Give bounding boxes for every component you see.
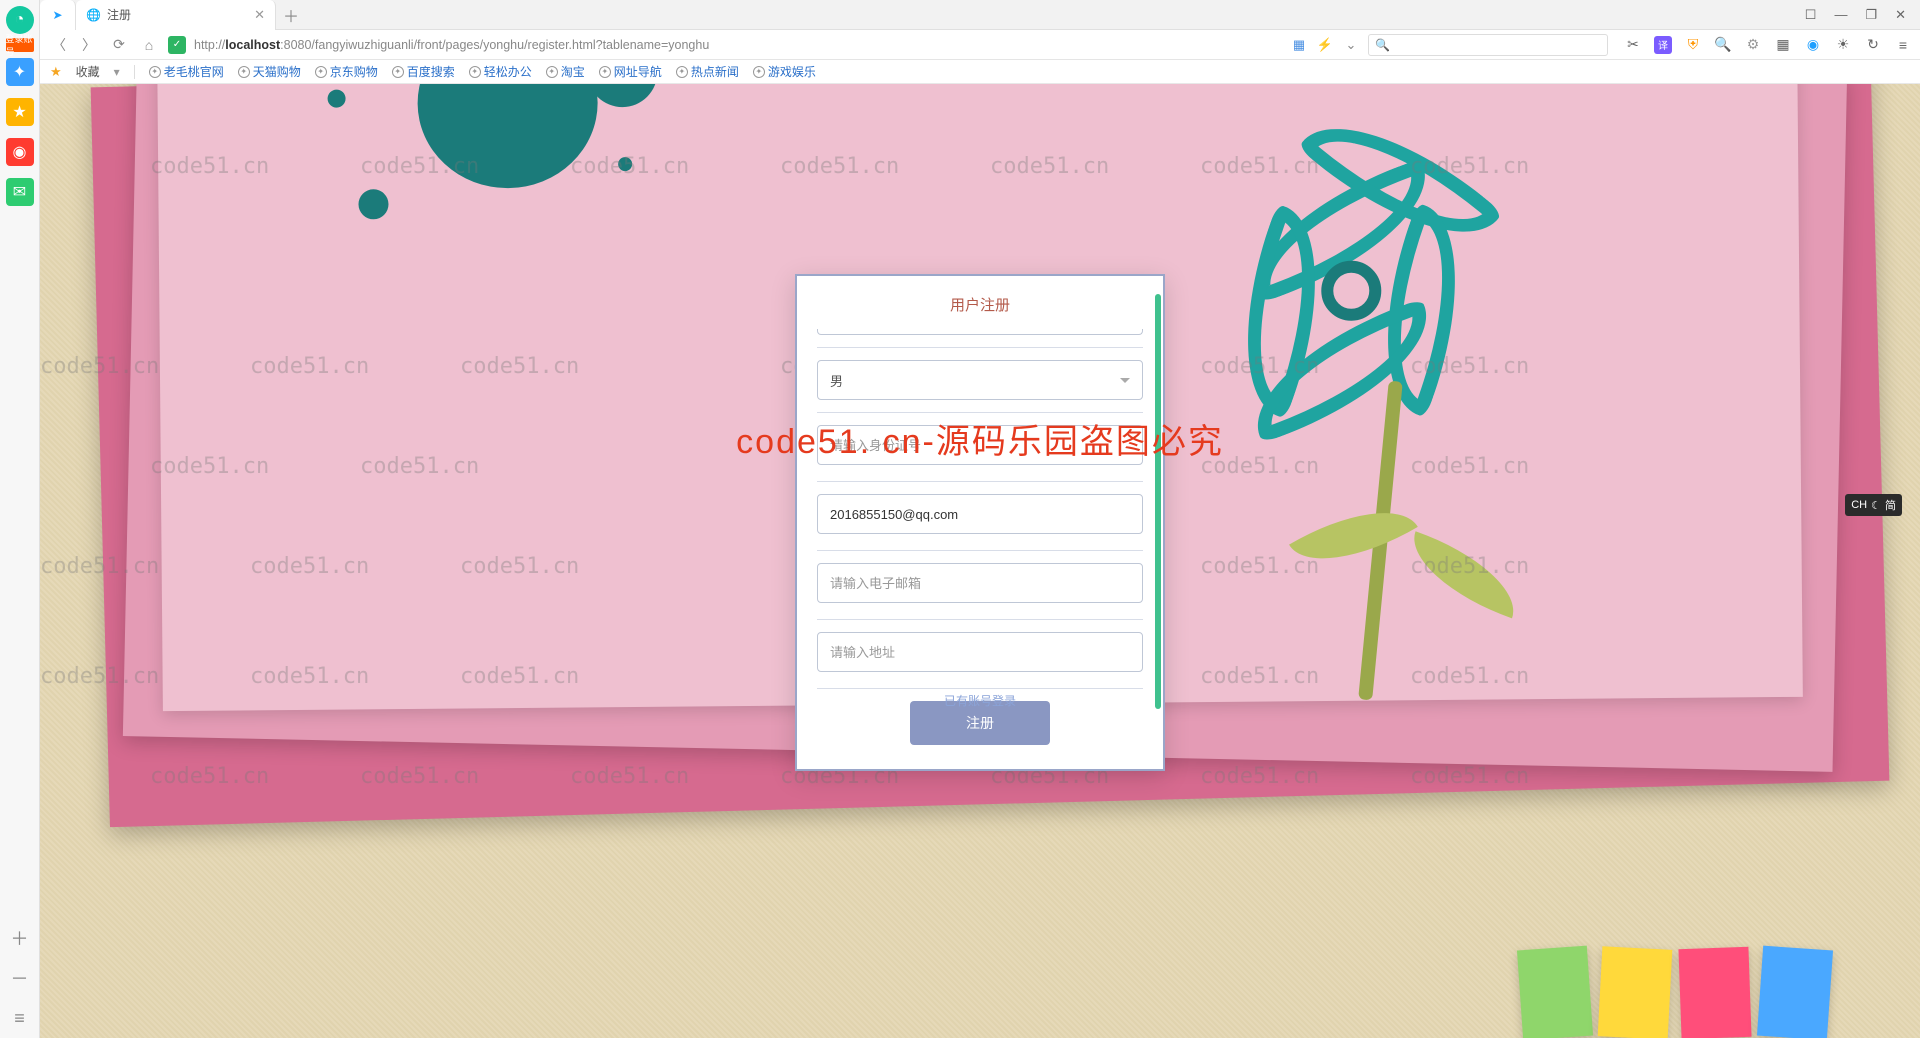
nav-forward-icon[interactable]: 〉	[78, 35, 100, 55]
sidebar-btn-4[interactable]: ✉	[6, 178, 34, 206]
sticky-note-2	[1598, 946, 1673, 1038]
hamburger-icon[interactable]: ≡	[1894, 36, 1912, 54]
bookmark-icon: ✦	[149, 66, 161, 78]
register-title: 用户注册	[817, 294, 1143, 315]
bookmark-3[interactable]: ✦百度搜索	[392, 63, 455, 80]
browser-logo-icon[interactable]: ◔	[6, 6, 34, 34]
bookmark-icon: ✦	[469, 66, 481, 78]
compass-icon: ➤	[52, 8, 62, 22]
sidebar-login-badge[interactable]: 登录账号	[6, 38, 34, 52]
window-controls: ☐ — ❐ ✕	[1805, 7, 1920, 23]
card-scrollbar[interactable]	[1155, 294, 1161, 709]
scissors-icon[interactable]: ✂	[1624, 36, 1642, 54]
tab-compass[interactable]: ➤	[40, 0, 76, 30]
sticky-note-1	[1517, 946, 1593, 1038]
win-close[interactable]: ✕	[1895, 7, 1906, 23]
bookmark-icon: ✦	[753, 66, 765, 78]
bookmark-icon: ✦	[676, 66, 688, 78]
tab-strip: ➤ 🌐 注册 ✕ ＋ ☐ — ❐ ✕	[40, 0, 1920, 30]
shield-orange-icon[interactable]: ⛨	[1684, 36, 1702, 54]
bookmark-2[interactable]: ✦京东购物	[315, 63, 378, 80]
prev-field-bottom[interactable]	[817, 329, 1143, 335]
ime-indicator[interactable]: CH ☾ 简	[1845, 494, 1902, 516]
new-tab-button[interactable]: ＋	[276, 3, 306, 27]
nav-reload-icon[interactable]: ⟳	[108, 36, 130, 53]
win-minimize[interactable]: —	[1834, 7, 1847, 22]
sidebar-zoom-out-icon[interactable]: －	[6, 964, 34, 992]
bookmark-6[interactable]: ✦网址导航	[599, 63, 662, 80]
refresh2-icon[interactable]: ↻	[1864, 36, 1882, 54]
address-input[interactable]	[817, 632, 1143, 672]
bookmark-label: 热点新闻	[691, 63, 739, 80]
win-maximize[interactable]: ❐	[1865, 7, 1877, 23]
sticky-note-4	[1757, 946, 1833, 1038]
url-display[interactable]: http://localhost:8080/fangyiwuzhiguanli/…	[194, 38, 709, 52]
bookmark-8[interactable]: ✦游戏娱乐	[753, 63, 816, 80]
browser-sidebar: ◔ 登录账号 ✦ ★ ◉ ✉ ＋ － ≡	[0, 0, 40, 1038]
chevron-down-icon[interactable]: ⌄	[1342, 36, 1360, 54]
bookmark-0[interactable]: ✦老毛桃官网	[149, 63, 224, 80]
favorites-label[interactable]: 收藏	[76, 63, 100, 80]
nav-home-icon[interactable]: ⌂	[138, 37, 160, 53]
gender-value: 男	[830, 371, 843, 390]
url-host: localhost	[225, 38, 280, 52]
search-icon: 🔍	[1375, 38, 1390, 52]
bookmark-bar: ★ 收藏 ▾ ✦老毛桃官网 ✦天猫购物 ✦京东购物 ✦百度搜索 ✦轻松办公 ✦淘…	[40, 60, 1920, 84]
ime-lang: CH	[1851, 499, 1867, 511]
bookmark-1[interactable]: ✦天猫购物	[238, 63, 301, 80]
favorites-star-icon[interactable]: ★	[50, 64, 62, 80]
ime-mode: 简	[1885, 497, 1896, 513]
bookmark-label: 老毛桃官网	[164, 63, 224, 80]
globe2-icon[interactable]: ◉	[1804, 36, 1822, 54]
bookmark-label: 淘宝	[561, 63, 585, 80]
sidebar-menu-icon[interactable]: ≡	[6, 1004, 34, 1032]
puzzle-icon[interactable]: ⚙	[1744, 36, 1762, 54]
bookmark-label: 京东购物	[330, 63, 378, 80]
bookmark-icon: ✦	[315, 66, 327, 78]
idcard-input[interactable]	[817, 425, 1143, 465]
sidebar-btn-1[interactable]: ✦	[6, 58, 34, 86]
search-input[interactable]: 🔍	[1368, 34, 1608, 56]
sticky-note-3	[1678, 947, 1751, 1038]
security-shield-icon[interactable]: ✓	[168, 36, 186, 54]
bookmark-4[interactable]: ✦轻松办公	[469, 63, 532, 80]
bookmark-label: 轻松办公	[484, 63, 532, 80]
tab-register[interactable]: 🌐 注册 ✕	[76, 0, 276, 30]
bookmark-5[interactable]: ✦淘宝	[546, 63, 585, 80]
sidebar-btn-2[interactable]: ★	[6, 98, 34, 126]
email-input[interactable]	[817, 563, 1143, 603]
bookmark-icon: ✦	[599, 66, 611, 78]
url-path: :8080/fangyiwuzhiguanli/front/pages/yong…	[280, 38, 709, 52]
bookmark-label: 游戏娱乐	[768, 63, 816, 80]
bookmark-label: 网址导航	[614, 63, 662, 80]
nav-back-icon[interactable]: 〈	[48, 35, 70, 55]
sidebar-add-icon[interactable]: ＋	[6, 924, 34, 952]
login-link[interactable]: 已有账号登录	[944, 692, 1016, 709]
lightning-icon[interactable]: ⚡	[1316, 36, 1334, 54]
qq-input[interactable]	[817, 494, 1143, 534]
sun-icon[interactable]: ☀	[1834, 36, 1852, 54]
win-btn-1[interactable]: ☐	[1805, 7, 1817, 23]
bookmark-icon: ✦	[546, 66, 558, 78]
page-viewport: code51.cn code51.cn code51.cn code51.cn …	[40, 84, 1920, 1038]
gender-select[interactable]: 男	[817, 360, 1143, 400]
tab-title: 注册	[107, 6, 131, 23]
sidebar-btn-3[interactable]: ◉	[6, 138, 34, 166]
bookmark-icon: ✦	[238, 66, 250, 78]
translate-icon[interactable]: 译	[1654, 36, 1672, 54]
qr-icon[interactable]: ▦	[1290, 36, 1308, 54]
bookmark-label: 百度搜索	[407, 63, 455, 80]
bookmark-7[interactable]: ✦热点新闻	[676, 63, 739, 80]
grid-icon[interactable]: ▦	[1774, 36, 1792, 54]
moon-icon: ☾	[1871, 499, 1881, 512]
url-prefix: http://	[194, 38, 225, 52]
tab-close-icon[interactable]: ✕	[254, 7, 265, 23]
bookmark-icon: ✦	[392, 66, 404, 78]
bookmark-label: 天猫购物	[253, 63, 301, 80]
address-bar: 〈 〉 ⟳ ⌂ ✓ http://localhost:8080/fangyiwu…	[40, 30, 1920, 60]
zoom-icon[interactable]: 🔍	[1714, 36, 1732, 54]
globe-icon: 🌐	[86, 8, 101, 22]
